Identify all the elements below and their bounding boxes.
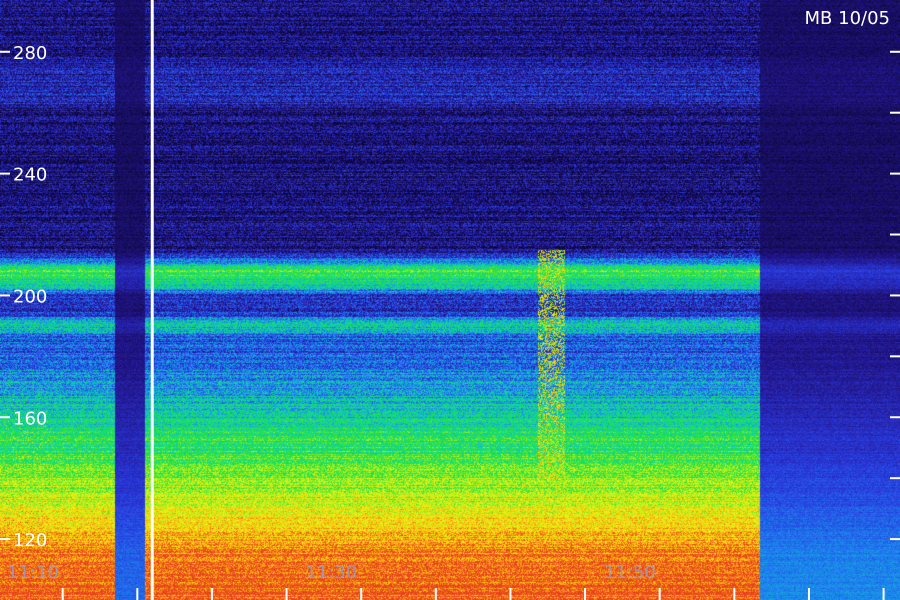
x-tick-label: 11:30 (305, 562, 357, 583)
x-tick-label: 11:10 (7, 562, 59, 583)
y-axis-left: 120 160 200 240 280 (0, 43, 47, 551)
y-tick-label: 200 (13, 286, 47, 307)
station-date-label: MB 10/05 (805, 8, 890, 29)
y-tick-label: 240 (13, 165, 47, 186)
y-axis-right (890, 50, 900, 541)
y-tick-label: 120 (13, 530, 47, 551)
x-axis: 11:10 11:30 11:50 (7, 562, 885, 600)
y-tick-label: 160 (13, 408, 47, 429)
chart-overlay: 120 160 200 240 280 11:10 11:30 11:50 MB 10/05 (0, 0, 900, 600)
y-tick-label: 280 (13, 43, 47, 64)
x-tick-label: 11:50 (604, 562, 656, 583)
